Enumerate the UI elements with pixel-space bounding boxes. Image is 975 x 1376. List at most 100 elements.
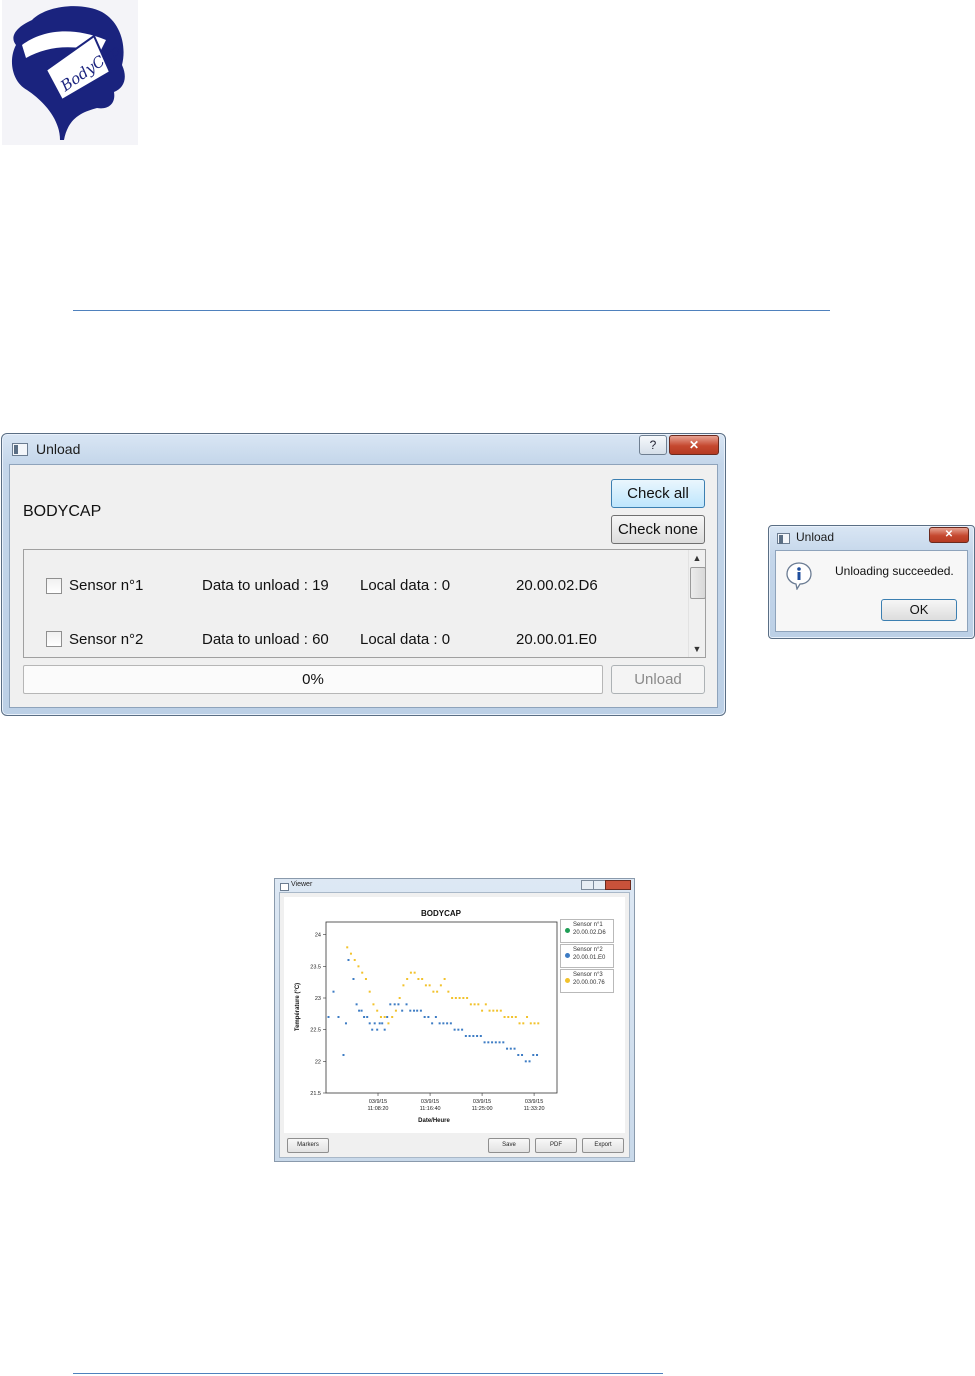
chart-legend: Sensor n°1 20.00.02.D6 Sensor n°2 20.00.… — [560, 919, 614, 999]
list-item[interactable]: Sensor n°2 Data to unload : 60 Local dat… — [24, 604, 686, 656]
legend-item-3: Sensor n°3 20.00.00.76 — [560, 969, 614, 993]
sensor-2-checkbox[interactable] — [46, 631, 62, 647]
data-point — [376, 1028, 379, 1031]
check-none-button[interactable]: Check none — [611, 515, 705, 544]
bodycap-logo: BodyCap — [2, 0, 138, 145]
data-point — [373, 1022, 376, 1025]
plot-area — [325, 921, 558, 1094]
data-point — [363, 1016, 366, 1018]
data-point — [496, 1009, 499, 1012]
data-point — [417, 978, 420, 980]
data-point — [431, 1022, 434, 1025]
sensor-id: 20.00.01.E0 — [516, 631, 597, 648]
viewer-window: Viewer BODYCAP Température (°C) Date/Heu… — [274, 878, 635, 1162]
data-point — [368, 990, 371, 993]
data-point — [461, 1028, 464, 1031]
data-point — [457, 1028, 460, 1031]
data-point — [391, 1016, 394, 1018]
data-point — [511, 1016, 514, 1018]
x-tick-label: 11:25:00 — [472, 1106, 493, 1112]
data-point — [364, 978, 367, 980]
data-point — [401, 1009, 404, 1012]
data-point — [368, 1022, 371, 1025]
scroll-thumb[interactable] — [690, 567, 706, 599]
data-point — [432, 990, 435, 993]
sensor-local-data: Local data : 0 — [360, 577, 451, 594]
data-point — [393, 1003, 396, 1006]
data-point — [447, 990, 450, 993]
data-point — [499, 1009, 502, 1012]
sensor-data-to-unload: Data to unload : 19 — [202, 577, 329, 594]
message-box-client: Unloading succeeded. OK — [775, 550, 968, 632]
message-box: Unload ✕ Unloading succeeded. OK — [768, 525, 975, 639]
sensor-data-to-unload: Data to unload : 60 — [202, 631, 329, 648]
save-button[interactable]: Save — [488, 1138, 530, 1153]
close-button[interactable]: ✕ — [669, 435, 719, 455]
x-tick-label: 11:16:40 — [420, 1106, 441, 1112]
x-tick-label: 03/9/15 — [421, 1099, 439, 1105]
data-point — [473, 1003, 476, 1006]
unload-titlebar[interactable]: Unload ? ✕ — [2, 434, 725, 462]
unload-progress-bar: 0% — [23, 665, 603, 694]
data-point — [386, 1016, 389, 1018]
data-point — [402, 984, 405, 987]
data-point — [526, 1016, 529, 1018]
scroll-up-icon[interactable]: ▲ — [689, 550, 705, 566]
help-button[interactable]: ? — [639, 435, 667, 455]
list-item[interactable]: Sensor n°1 Data to unload : 19 Local dat… — [24, 550, 686, 604]
data-point — [529, 1022, 532, 1025]
legend-swatch — [565, 953, 570, 958]
list-scrollbar[interactable]: ▲ ▼ — [688, 550, 706, 657]
data-point — [360, 1009, 363, 1012]
data-point — [484, 1003, 487, 1006]
sensor-1-checkbox[interactable] — [46, 578, 62, 594]
data-point — [423, 1016, 426, 1018]
logo-graphic: BodyCap — [11, 6, 125, 140]
legend-label: Sensor n°3 — [573, 972, 603, 978]
message-box-titlebar[interactable]: Unload ✕ — [769, 526, 974, 548]
legend-label: Sensor n°1 — [573, 922, 603, 928]
y-axis-label: Température (°C) — [295, 983, 301, 1031]
ok-button[interactable]: OK — [881, 599, 957, 621]
data-point — [517, 1054, 520, 1056]
legend-label: Sensor n°2 — [573, 947, 603, 953]
sensor-id: 20.00.02.D6 — [516, 577, 598, 594]
data-point — [469, 1003, 472, 1006]
data-point — [513, 1047, 516, 1050]
data-point — [413, 971, 416, 974]
data-point — [492, 1009, 495, 1012]
window-app-icon — [777, 533, 790, 544]
data-point — [468, 1035, 471, 1037]
data-point — [379, 1016, 382, 1018]
unload-window: Unload ? ✕ BODYCAP Check all Check none … — [1, 433, 726, 716]
unload-button[interactable]: Unload — [611, 665, 705, 694]
data-point — [507, 1016, 510, 1018]
data-point — [342, 1054, 345, 1056]
data-point — [353, 959, 356, 961]
pdf-button[interactable]: PDF — [535, 1138, 577, 1153]
message-box-close-button[interactable]: ✕ — [929, 527, 969, 543]
data-point — [372, 1003, 375, 1006]
x-tick-label: 03/9/15 — [369, 1099, 387, 1105]
data-point — [419, 1009, 422, 1012]
data-point — [409, 1009, 412, 1012]
data-point — [371, 1028, 374, 1031]
data-point — [509, 1047, 512, 1050]
data-point — [424, 984, 427, 987]
data-point — [394, 1009, 397, 1012]
info-icon — [786, 562, 812, 590]
check-all-button[interactable]: Check all — [611, 479, 705, 508]
markers-button[interactable]: Markers — [287, 1138, 329, 1153]
data-point — [397, 1003, 400, 1006]
scroll-down-icon[interactable]: ▼ — [689, 641, 705, 657]
export-button[interactable]: Export — [582, 1138, 624, 1153]
y-tick-label: 22.5 — [310, 1028, 321, 1034]
data-point — [449, 1022, 452, 1025]
data-point — [462, 997, 465, 999]
data-point — [389, 1003, 392, 1006]
section-rule-bottom — [73, 1373, 663, 1374]
close-button[interactable] — [605, 880, 631, 890]
data-point — [346, 946, 349, 949]
y-tick-label: 21.5 — [310, 1091, 321, 1097]
data-point — [498, 1041, 501, 1044]
